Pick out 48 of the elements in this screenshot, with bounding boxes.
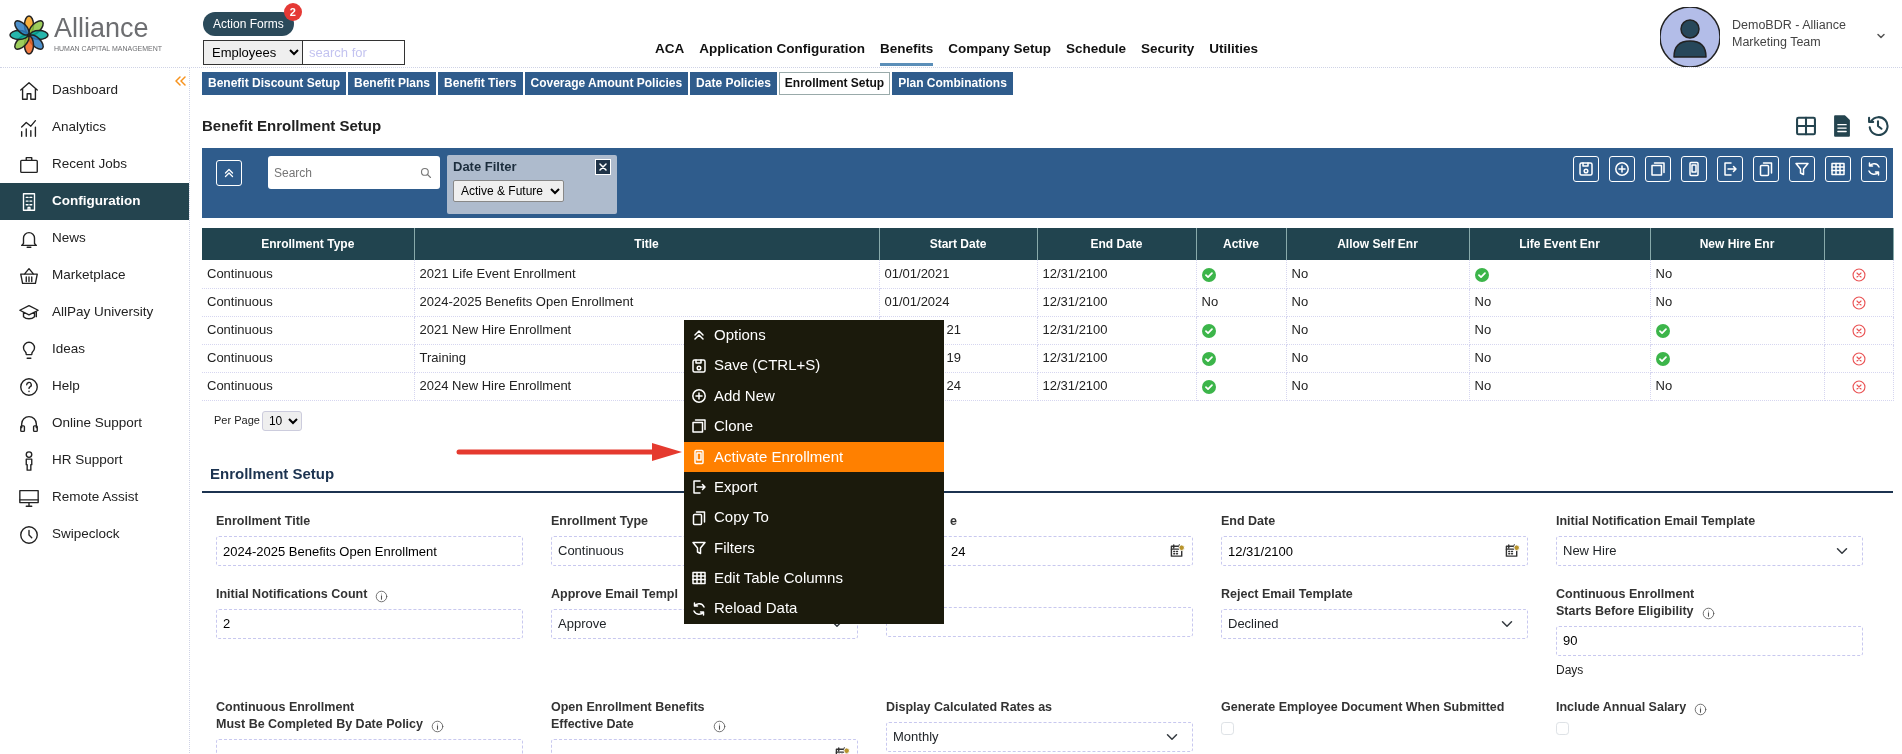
table-cell: No bbox=[1650, 260, 1824, 289]
table-cell: 01/01/2021 bbox=[879, 260, 1037, 289]
field-label: Open Enrollment Benefits Effective Date bbox=[551, 698, 705, 733]
table-cell: Continuous bbox=[202, 344, 414, 373]
table-cell: 2021 Life Event Enrollment bbox=[414, 260, 879, 289]
field-label: Generate Employee Document When Submitted bbox=[1221, 698, 1505, 716]
table-cell: 12/31/2100 bbox=[1037, 288, 1196, 317]
field-label: Enrollment Title bbox=[216, 513, 311, 531]
field-label: Initial Notifications Count bbox=[216, 586, 368, 603]
field-label: End Date bbox=[1221, 513, 1276, 531]
table-cell: 12/31/2100 bbox=[1037, 344, 1196, 373]
table-cell: 01/01/2024 bbox=[879, 288, 1037, 317]
field-label: Continuous Enrollment Must Be Completed By Date Policy bbox=[216, 698, 423, 733]
table-cell: No bbox=[1469, 372, 1650, 401]
field-label: Continuous Enrollment Starts Before Eligibility bbox=[1556, 586, 1695, 620]
table-cell: 12/31/2100 bbox=[1037, 372, 1196, 401]
table-cell: No bbox=[1286, 344, 1469, 373]
field-label: Approve Email Templ bbox=[551, 586, 678, 603]
page-title: Benefit Enrollment Setup bbox=[202, 115, 382, 136]
table-cell: Continuous bbox=[202, 316, 414, 345]
table-cell: 12/31/2100 bbox=[1037, 316, 1196, 345]
field-label: e bbox=[949, 513, 957, 531]
table-cell: No bbox=[1469, 316, 1650, 345]
table-cell: No bbox=[1286, 316, 1469, 345]
table-cell: No bbox=[1286, 288, 1469, 317]
table-cell: 12/31/2100 bbox=[1037, 260, 1196, 289]
table-cell: No bbox=[1650, 372, 1824, 401]
filter-label: Date Filter bbox=[453, 158, 517, 177]
field-label: Display Calculated Rates as bbox=[886, 698, 1053, 716]
field-label: Initial Notification Email Template bbox=[1556, 513, 1756, 531]
table-cell: No bbox=[1469, 288, 1650, 317]
table-cell: Continuous bbox=[202, 260, 414, 289]
table-cell: 2024-2025 Benefits Open Enrollment bbox=[414, 288, 879, 317]
table-cell: No bbox=[1286, 372, 1469, 401]
field-label: Include Annual Salary bbox=[1556, 698, 1687, 716]
table-cell: No bbox=[1469, 344, 1650, 373]
notification-badge: 2 bbox=[283, 3, 302, 21]
user-name: DemoBDR - Alliance Marketing Team bbox=[1732, 17, 1847, 51]
table-cell: Continuous bbox=[202, 288, 414, 317]
field-label: Enrollment Type bbox=[551, 513, 648, 531]
table-cell: No bbox=[1286, 260, 1469, 289]
per-page-label: Per Page bbox=[214, 413, 260, 429]
field-label: Reject Email Template bbox=[1221, 586, 1353, 603]
table-cell: Continuous bbox=[202, 372, 414, 401]
table-cell: No bbox=[1196, 288, 1286, 317]
hint-text: Days bbox=[1556, 661, 1585, 679]
table-cell: No bbox=[1650, 288, 1824, 317]
logo-text: Alliance bbox=[54, 15, 150, 43]
